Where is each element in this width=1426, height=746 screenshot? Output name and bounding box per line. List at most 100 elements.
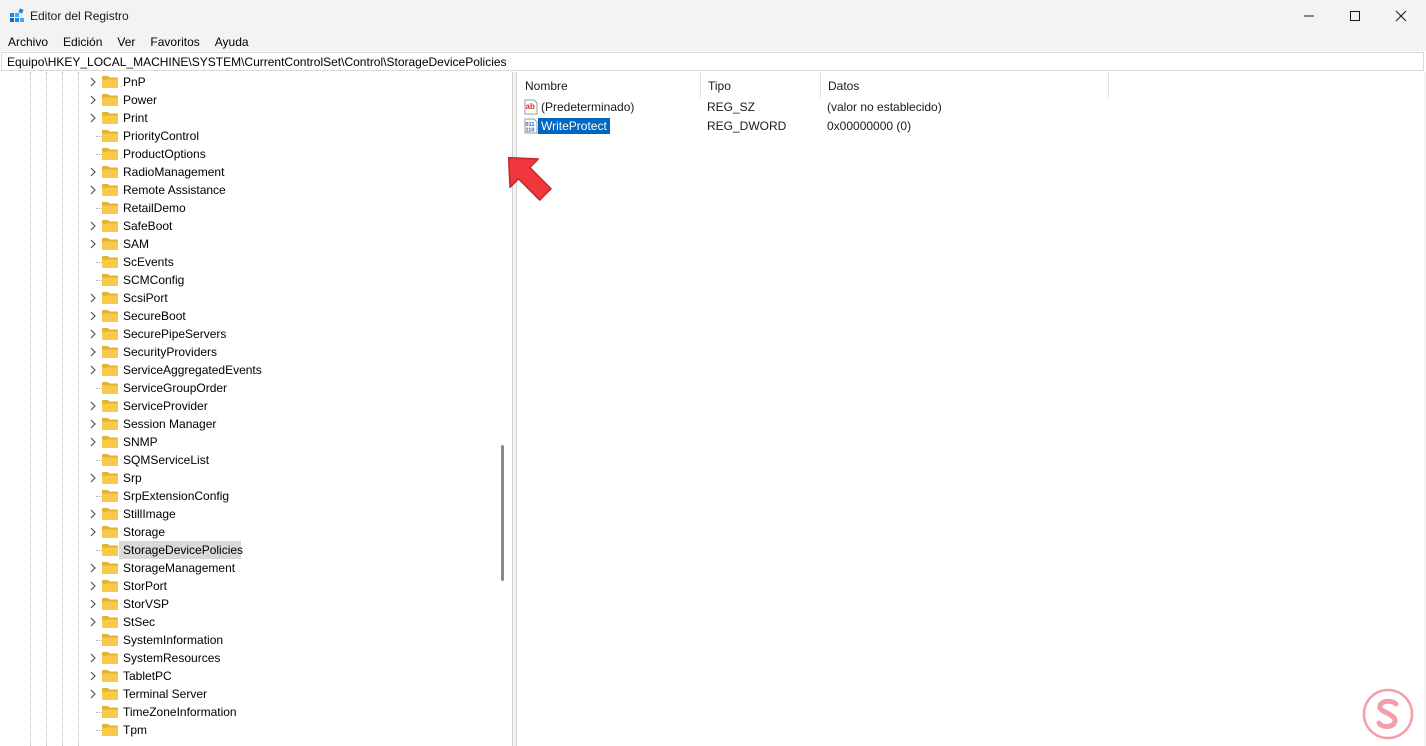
chevron-right-icon[interactable] (88, 221, 98, 231)
tree-scrollbar-thumb[interactable] (501, 445, 504, 581)
column-header-tipo[interactable]: Tipo (700, 72, 820, 98)
chevron-right-icon[interactable] (88, 419, 98, 429)
tree-item[interactable]: ServiceAggregatedEvents (0, 361, 500, 379)
chevron-right-icon[interactable] (88, 347, 98, 357)
menu-archivo[interactable]: Archivo (0, 35, 55, 49)
chevron-right-icon[interactable] (88, 401, 98, 411)
chevron-right-icon[interactable] (88, 671, 98, 681)
tree-item[interactable]: SrpExtensionConfig (0, 487, 500, 505)
folder-icon (102, 616, 118, 628)
value-name[interactable]: WriteProtect (538, 118, 610, 134)
tree-item-label: SafeBoot (123, 219, 173, 233)
close-button[interactable] (1378, 0, 1424, 32)
column-header-nombre[interactable]: Nombre (517, 72, 700, 98)
tree-item[interactable]: PnP (0, 73, 500, 91)
chevron-right-icon[interactable] (88, 473, 98, 483)
chevron-right-icon[interactable] (88, 617, 98, 627)
maximize-icon (1350, 11, 1360, 21)
folder-icon (102, 670, 118, 682)
folder-icon (102, 94, 118, 106)
value-row-selected[interactable]: 011 110 WriteProtect REG_DWORD 0x0000000… (517, 117, 1417, 136)
chevron-right-icon[interactable] (88, 113, 98, 123)
folder-icon (102, 490, 118, 502)
tree-item[interactable]: StillImage (0, 505, 500, 523)
tree-item[interactable]: SecurePipeServers (0, 325, 500, 343)
tree-item-selected[interactable]: StorageDevicePolicies (0, 541, 500, 559)
value-data: 0x00000000 (0) (827, 119, 912, 133)
tree-item[interactable]: ScsiPort (0, 289, 500, 307)
tree-item-label: SCMConfig (123, 273, 185, 287)
value-name[interactable]: (Predeterminado) (541, 100, 634, 114)
chevron-right-icon[interactable] (88, 563, 98, 573)
tree-item[interactable]: SafeBoot (0, 217, 500, 235)
address-path[interactable]: Equipo\HKEY_LOCAL_MACHINE\SYSTEM\Current… (7, 55, 507, 69)
tree-item[interactable]: StorageManagement (0, 559, 500, 577)
tree-item[interactable]: Session Manager (0, 415, 500, 433)
registry-editor-icon (10, 8, 24, 22)
tree-item[interactable]: SecureBoot (0, 307, 500, 325)
address-bar[interactable]: Equipo\HKEY_LOCAL_MACHINE\SYSTEM\Current… (1, 52, 1424, 71)
tree-item[interactable]: StorPort (0, 577, 500, 595)
folder-icon (102, 382, 118, 394)
chevron-right-icon[interactable] (88, 527, 98, 537)
chevron-right-icon[interactable] (88, 581, 98, 591)
column-header-datos[interactable]: Datos (820, 72, 1108, 98)
chevron-right-icon[interactable] (88, 77, 98, 87)
menu-edicion[interactable]: Edición (55, 35, 109, 49)
tree-item[interactable]: Srp (0, 469, 500, 487)
tree-item[interactable]: Tpm (0, 721, 500, 739)
title-bar: Editor del Registro (0, 0, 1426, 32)
tree-item[interactable]: SAM (0, 235, 500, 253)
chevron-right-icon[interactable] (88, 653, 98, 663)
folder-icon (102, 310, 118, 322)
chevron-right-icon[interactable] (88, 95, 98, 105)
chevron-right-icon[interactable] (88, 437, 98, 447)
tree-item-label: ServiceProvider (123, 399, 208, 413)
maximize-button[interactable] (1332, 0, 1378, 32)
menu-ver[interactable]: Ver (109, 35, 142, 49)
chevron-right-icon[interactable] (88, 329, 98, 339)
chevron-right-icon[interactable] (88, 599, 98, 609)
tree-item-label: PnP (123, 75, 146, 89)
tree-item[interactable]: SecurityProviders (0, 343, 500, 361)
tree-item[interactable]: PriorityControl (0, 127, 500, 145)
tree-item[interactable]: ServiceProvider (0, 397, 500, 415)
key-tree[interactable]: PnP Power Print PriorityControl ProductOptio… (0, 72, 512, 746)
tree-item[interactable]: SQMServiceList (0, 451, 500, 469)
value-list[interactable]: Nombre Tipo Datos ab (Predeterminado) RE… (517, 72, 1424, 746)
tree-item[interactable]: Print (0, 109, 500, 127)
column-separator[interactable] (1108, 72, 1109, 98)
tree-item[interactable]: SNMP (0, 433, 500, 451)
tree-item[interactable]: SCMConfig (0, 271, 500, 289)
tree-item[interactable]: Power (0, 91, 500, 109)
chevron-right-icon[interactable] (88, 167, 98, 177)
chevron-right-icon[interactable] (88, 509, 98, 519)
tree-item[interactable]: Terminal Server (0, 685, 500, 703)
chevron-right-icon[interactable] (88, 185, 98, 195)
tree-item[interactable]: ScEvents (0, 253, 500, 271)
tree-item[interactable]: SystemInformation (0, 631, 500, 649)
tree-item[interactable]: StorVSP (0, 595, 500, 613)
tree-item[interactable]: RadioManagement (0, 163, 500, 181)
tree-item[interactable]: ServiceGroupOrder (0, 379, 500, 397)
tree-item[interactable]: RetailDemo (0, 199, 500, 217)
menu-favoritos[interactable]: Favoritos (142, 35, 206, 49)
tree-item[interactable]: Storage (0, 523, 500, 541)
chevron-right-icon[interactable] (88, 293, 98, 303)
tree-item[interactable]: SystemResources (0, 649, 500, 667)
minimize-button[interactable] (1286, 0, 1332, 32)
binary-value-icon: 011 110 (524, 118, 538, 134)
chevron-right-icon[interactable] (88, 689, 98, 699)
chevron-right-icon[interactable] (88, 311, 98, 321)
chevron-right-icon[interactable] (88, 239, 98, 249)
tree-item[interactable]: Remote Assistance (0, 181, 500, 199)
tree-item-label: ProductOptions (123, 147, 206, 161)
tree-item[interactable]: StSec (0, 613, 500, 631)
chevron-right-icon[interactable] (88, 365, 98, 375)
tree-item[interactable]: ProductOptions (0, 145, 500, 163)
tree-item-label: Storage (123, 525, 166, 539)
tree-item[interactable]: TabletPC (0, 667, 500, 685)
value-row[interactable]: ab (Predeterminado) REG_SZ (valor no est… (517, 98, 1417, 117)
tree-item[interactable]: TimeZoneInformation (0, 703, 500, 721)
menu-ayuda[interactable]: Ayuda (207, 35, 256, 49)
